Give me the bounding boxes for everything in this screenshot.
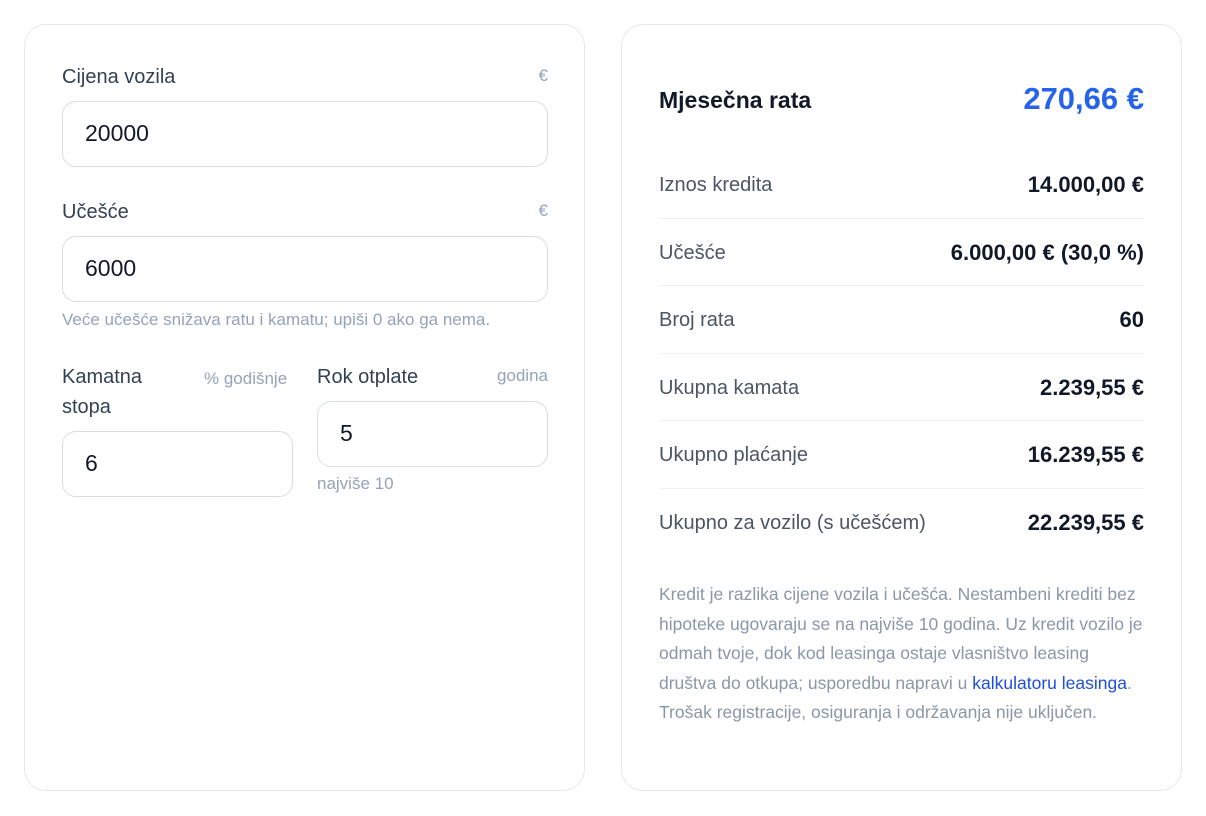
down-payment-label: Učešće: [62, 201, 129, 223]
down-payment-hint: Veće učešće snižava ratu i kamatu; upiši…: [62, 310, 491, 329]
row-label: Ukupno plaćanje: [659, 444, 808, 466]
monthly-payment-label: Mjesečna rata: [659, 87, 812, 113]
row-value: 22.239,55 €: [1027, 509, 1144, 535]
result-row-total-payment: Ukupno plaćanje 16.239,55 €: [659, 421, 1144, 489]
row-value: 60: [1119, 307, 1144, 332]
row-label: Ukupno za vozilo (s učešćem): [659, 511, 926, 534]
result-row-total-interest: Ukupna kamata 2.239,55 €: [659, 354, 1144, 421]
row-label: Broj rata: [659, 309, 735, 331]
result-row-loan-amount: Iznos kredita 14.000,00 €: [659, 151, 1144, 219]
result-rows: Iznos kredita 14.000,00 € Učešće 6.000,0…: [659, 151, 1144, 556]
price-unit: €: [538, 66, 548, 85]
price-input[interactable]: 20000: [62, 101, 548, 167]
row-value: 16.239,55 €: [1027, 442, 1144, 467]
row-value: 2.239,55 €: [1040, 374, 1144, 400]
monthly-payment-value: 270,66 €: [1023, 81, 1144, 116]
row-label: Učešće: [659, 241, 726, 264]
result-row-down-payment: Učešće 6.000,00 € (30,0 %): [659, 219, 1144, 286]
disclaimer-note: Kredit je razlika cijene vozila i učešća…: [659, 580, 1144, 728]
result-row-total-vehicle: Ukupno za vozilo (s učešćem) 22.239,55 €: [659, 489, 1144, 557]
term-hint: najviše 10: [317, 474, 394, 493]
row-value: 6.000,00 € (30,0 %): [950, 239, 1144, 265]
loan-result-card: Mjesečna rata 270,66 € Iznos kredita 14.…: [621, 24, 1182, 791]
price-label: Cijena vozila: [62, 66, 176, 88]
interest-rate-unit: % godišnje: [204, 369, 288, 388]
term-unit: godina: [496, 366, 548, 385]
term-label: Rok otplate: [317, 366, 419, 388]
interest-rate-input[interactable]: 6: [62, 431, 293, 497]
result-row-installments: Broj rata 60: [659, 286, 1144, 354]
loan-input-card: Cijena vozila € 20000 Učešće € 6000 Veće…: [24, 24, 585, 791]
row-label: Iznos kredita: [659, 174, 773, 196]
down-payment-input[interactable]: 6000: [62, 236, 548, 302]
leasing-calculator-link[interactable]: kalkulatoru leasinga: [972, 673, 1127, 693]
down-payment-unit: €: [538, 201, 548, 220]
interest-rate-label: Kamatna stopa: [62, 366, 143, 418]
term-input[interactable]: 5: [317, 401, 548, 467]
row-label: Ukupna kamata: [659, 376, 800, 399]
row-value: 14.000,00 €: [1027, 172, 1144, 197]
